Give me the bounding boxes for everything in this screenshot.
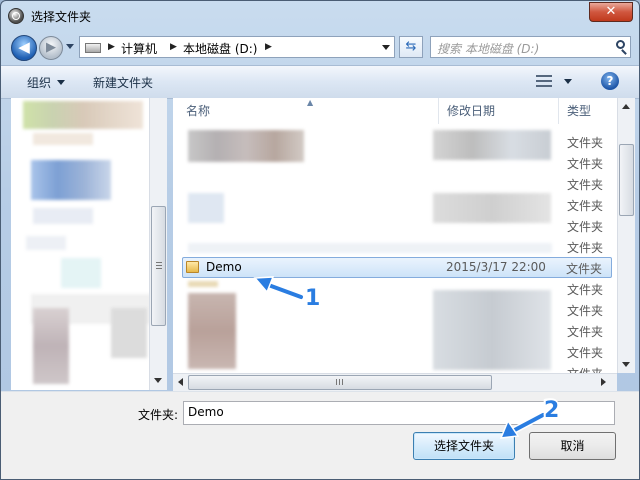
annotation-step-1: 1 xyxy=(305,286,321,311)
select-folder-dialog: 选择文件夹 ✕ ◀ ▶ ▶ 计算机 ▶ 本地磁盘 (D:) ▶ ⇆ 搜索 本地磁… xyxy=(0,0,640,480)
annotation-step-2: 2 xyxy=(544,398,560,423)
